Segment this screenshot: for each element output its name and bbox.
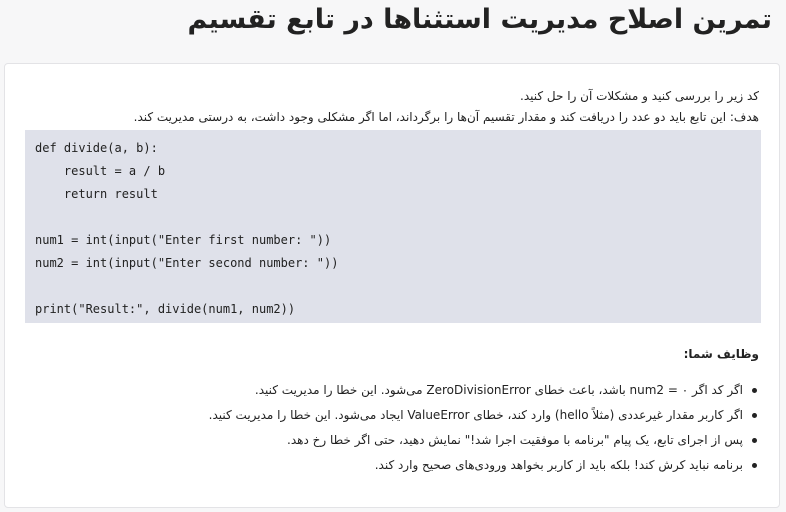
code-block: def divide(a, b): result = a / b return … xyxy=(25,130,761,323)
intro-goal: هدف: این تابع باید دو عدد را دریافت کند … xyxy=(133,110,759,124)
code-line: print("Result:", divide(num1, num2)) xyxy=(35,302,296,316)
task-item: اگر کد اگر num2 = ۰ باشد، باعث خطای Zero… xyxy=(25,378,757,403)
code-line: def divide(a, b): xyxy=(35,141,158,155)
exercise-card: کد زیر را بررسی کنید و مشکلات آن را حل ک… xyxy=(4,63,780,508)
task-item: اگر کاربر مقدار غیرعددی (مثلاً hello) وا… xyxy=(25,403,757,428)
code-line: num2 = int(input("Enter second number: "… xyxy=(35,256,339,270)
intro-instruction: کد زیر را بررسی کنید و مشکلات آن را حل ک… xyxy=(520,89,759,103)
task-item: پس از اجرای تابع، یک پیام "برنامه با موف… xyxy=(25,428,757,453)
tasks-list: اگر کد اگر num2 = ۰ باشد، باعث خطای Zero… xyxy=(25,378,759,478)
page: تمرین اصلاح مدیریت استثناها در تابع تقسی… xyxy=(0,0,786,512)
code-line: num1 = int(input("Enter first number: ")… xyxy=(35,233,332,247)
page-title: تمرین اصلاح مدیریت استثناها در تابع تقسی… xyxy=(187,4,772,35)
intro-text: کد زیر را بررسی کنید و مشکلات آن را حل ک… xyxy=(25,86,759,128)
code-line: result = a / b xyxy=(35,164,166,178)
code-line: return result xyxy=(35,187,158,201)
task-item: برنامه نباید کرش کند! بلکه باید از کاربر… xyxy=(25,453,757,478)
tasks-heading: وظایف شما: xyxy=(683,347,759,361)
